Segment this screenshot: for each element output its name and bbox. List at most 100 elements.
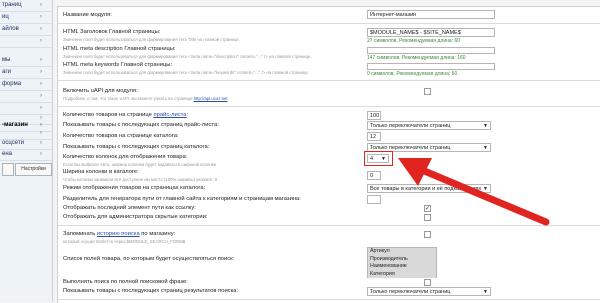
caret-down-icon: ▼ bbox=[483, 145, 488, 151]
full-search-checkbox[interactable] bbox=[424, 279, 431, 286]
chevron-right-icon: › bbox=[40, 57, 42, 63]
chevron-right-icon: › bbox=[40, 2, 42, 8]
sidebar-item[interactable]: иц › bbox=[0, 12, 52, 24]
module-name-input[interactable]: Интернет-магазин bbox=[367, 10, 495, 19]
products-per-page-label-text: Количество товаров на странице bbox=[63, 112, 152, 118]
html-description-counter: 147 символов. Рекомендуемая длина: 160 bbox=[367, 55, 466, 61]
settings-button-label: Настройки bbox=[21, 166, 46, 172]
show-last-pages-search-label: Показывать товары с последующих страниц … bbox=[63, 288, 239, 294]
search-history-hint: который осуществляется через $MODULE_SEA… bbox=[63, 239, 186, 244]
column-width-hint: Чтобы колонки занимали всё доступное им … bbox=[63, 177, 218, 182]
list-option[interactable]: Наименование bbox=[368, 263, 436, 271]
divider bbox=[58, 106, 600, 107]
divider bbox=[58, 299, 600, 300]
list-option[interactable]: Категория bbox=[368, 270, 436, 278]
sidebar-item[interactable]: траниц › bbox=[0, 0, 52, 12]
html-description-hint: Значение поля будет использоваться для ф… bbox=[63, 54, 312, 59]
divider bbox=[58, 80, 600, 81]
sidebar-item[interactable]: ена › bbox=[0, 149, 52, 161]
full-search-label: Выполнять поиск по полной поисковой фраз… bbox=[63, 279, 188, 285]
html-title-input[interactable]: $MODULE_NAME$ - $SITE_NAME$ bbox=[367, 28, 495, 37]
search-history-link[interactable]: историю поиска bbox=[97, 231, 140, 237]
list-option[interactable]: Артикул bbox=[368, 248, 436, 256]
chevron-right-icon: › bbox=[40, 38, 42, 44]
products-in-catalog-input[interactable]: 12 bbox=[367, 132, 381, 141]
show-last-pages-price-select[interactable]: Только переключатели страниц ▼ bbox=[367, 121, 491, 130]
columns-hint: Если Вы выбрали Авто, ширина колонки буд… bbox=[63, 162, 217, 167]
caret-down-icon: ▼ bbox=[483, 289, 488, 295]
sidebar-item-label: айлов bbox=[2, 26, 19, 32]
caret-down-icon: ▼ bbox=[483, 123, 488, 129]
show-last-pages-search-select[interactable]: Только переключатели страниц ▼ bbox=[367, 287, 491, 296]
uapi-hint-text: Подробнее о том, что такое uAPI, вы може… bbox=[63, 96, 194, 101]
sidebar-item-label: мы bbox=[2, 57, 11, 63]
divider bbox=[58, 23, 600, 24]
sidebar-item-label: форма bbox=[2, 81, 22, 87]
column-width-input[interactable]: 0 bbox=[367, 171, 381, 180]
sidebar-item[interactable]: форма › bbox=[0, 79, 52, 91]
settings-button[interactable]: Настройки bbox=[15, 163, 52, 176]
html-keywords-hint: Значение поля будет использоваться для ф… bbox=[63, 70, 309, 75]
sidebar-item-label: осцсети bbox=[2, 140, 24, 146]
divider bbox=[58, 225, 600, 226]
select-value: Только переключатели страниц bbox=[370, 289, 451, 295]
uapi-checkbox[interactable] bbox=[424, 88, 431, 95]
show-last-pages-catalog-label: Показывать товары с последующих страниц … bbox=[63, 144, 210, 150]
products-per-page-label: Количество товаров на странице прайс-лис… bbox=[63, 112, 189, 118]
settings-form: Название модуля: Интернет-магазин HTML З… bbox=[57, 6, 600, 303]
sidebar-item-label: ена bbox=[2, 151, 12, 157]
column-width-label: Ширина колонки в каталоге: bbox=[63, 169, 139, 175]
sidebar-item[interactable]: мы › bbox=[0, 55, 52, 67]
sidebar-item[interactable]: айлов › bbox=[0, 24, 52, 36]
sidebar-item[interactable]: › bbox=[0, 91, 52, 103]
show-last-link-checkbox[interactable]: ✓ bbox=[424, 205, 431, 212]
search-history-label-text: Запоминать bbox=[63, 231, 97, 237]
chevron-right-icon: › bbox=[40, 81, 42, 87]
select-value: Только переключатели страниц bbox=[370, 123, 451, 129]
display-mode-select[interactable]: Все товары в категории и её подкатегория… bbox=[367, 184, 491, 193]
html-keywords-counter: 0 символов. Рекомендуемая длина: 60 bbox=[367, 71, 458, 77]
sidebar-item[interactable]: › bbox=[0, 36, 52, 48]
search-history-label: Запоминать историю поиска по магазину: bbox=[63, 231, 175, 237]
html-description-input[interactable] bbox=[367, 47, 495, 54]
show-hidden-admin-checkbox[interactable] bbox=[424, 214, 431, 221]
products-per-page-input[interactable]: 100 bbox=[367, 111, 381, 120]
caret-down-icon: ▼ bbox=[483, 186, 488, 192]
uapi-link[interactable]: http://api.ucoz.net bbox=[194, 96, 228, 101]
sidebar-bottom-bar: Настройки bbox=[0, 163, 52, 177]
price-list-link[interactable]: прайс-листа bbox=[154, 112, 187, 118]
display-mode-label: Режим отображения товаров на страницах к… bbox=[63, 185, 206, 191]
html-keywords-input[interactable] bbox=[367, 63, 495, 70]
products-in-catalog-label: Количество товаров на странице каталога: bbox=[63, 133, 179, 139]
show-last-pages-price-label: Показывать товары с последующих страниц … bbox=[63, 122, 219, 128]
html-title-label: HTML Заголовок Главной страницы: bbox=[63, 29, 161, 35]
sidebar: траниц › иц › айлов › › мы › аги › форма › › ›… bbox=[0, 0, 53, 302]
chevron-right-icon: › bbox=[40, 26, 42, 32]
list-option[interactable]: Производитель bbox=[368, 255, 436, 263]
sidebar-item[interactable]: аги › bbox=[0, 67, 52, 79]
columns-label: Количество колонок для отображения товар… bbox=[63, 154, 188, 160]
sidebar-item-label: траниц bbox=[2, 2, 22, 8]
html-keywords-label: HTML meta keywords Главной страницы: bbox=[63, 62, 173, 68]
search-fields-listbox[interactable]: Артикул Производитель Наименование Катег… bbox=[367, 247, 437, 278]
html-title-hint: Значение поля будет использоваться для ф… bbox=[63, 37, 240, 42]
sidebar-item-label: аги bbox=[2, 69, 11, 75]
separator-label: Разделитель для генератора пути от главн… bbox=[63, 196, 301, 202]
show-hidden-admin-label: Отображать для администратора скрытые ка… bbox=[63, 214, 208, 220]
uapi-hint: Подробнее о том, что такое uAPI, вы може… bbox=[63, 96, 228, 101]
show-last-link-label: Отображать последний элемент пути как сс… bbox=[63, 205, 196, 211]
sidebar-item-label: иц bbox=[2, 14, 9, 20]
chevron-right-icon: › bbox=[40, 151, 42, 157]
chevron-right-icon: › bbox=[40, 93, 42, 99]
html-title-counter: 27 символов. Рекомендуемая длина: 60 bbox=[367, 38, 461, 44]
separator-input[interactable] bbox=[367, 195, 381, 204]
search-history-checkbox[interactable] bbox=[424, 231, 431, 238]
select-value: Все товары в категории и её подкатегория… bbox=[370, 186, 482, 192]
search-fields-label: Список полей товара, по которым будет ос… bbox=[63, 256, 235, 262]
html-description-label: HTML meta description Главной страницы: bbox=[63, 46, 176, 52]
chevron-right-icon: › bbox=[40, 14, 42, 20]
sidebar-toggle-button[interactable] bbox=[2, 163, 14, 176]
highlight-box bbox=[364, 151, 393, 166]
chevron-right-icon: › bbox=[40, 140, 42, 146]
uapi-label: Включить uAPI для модуля: bbox=[63, 88, 138, 94]
